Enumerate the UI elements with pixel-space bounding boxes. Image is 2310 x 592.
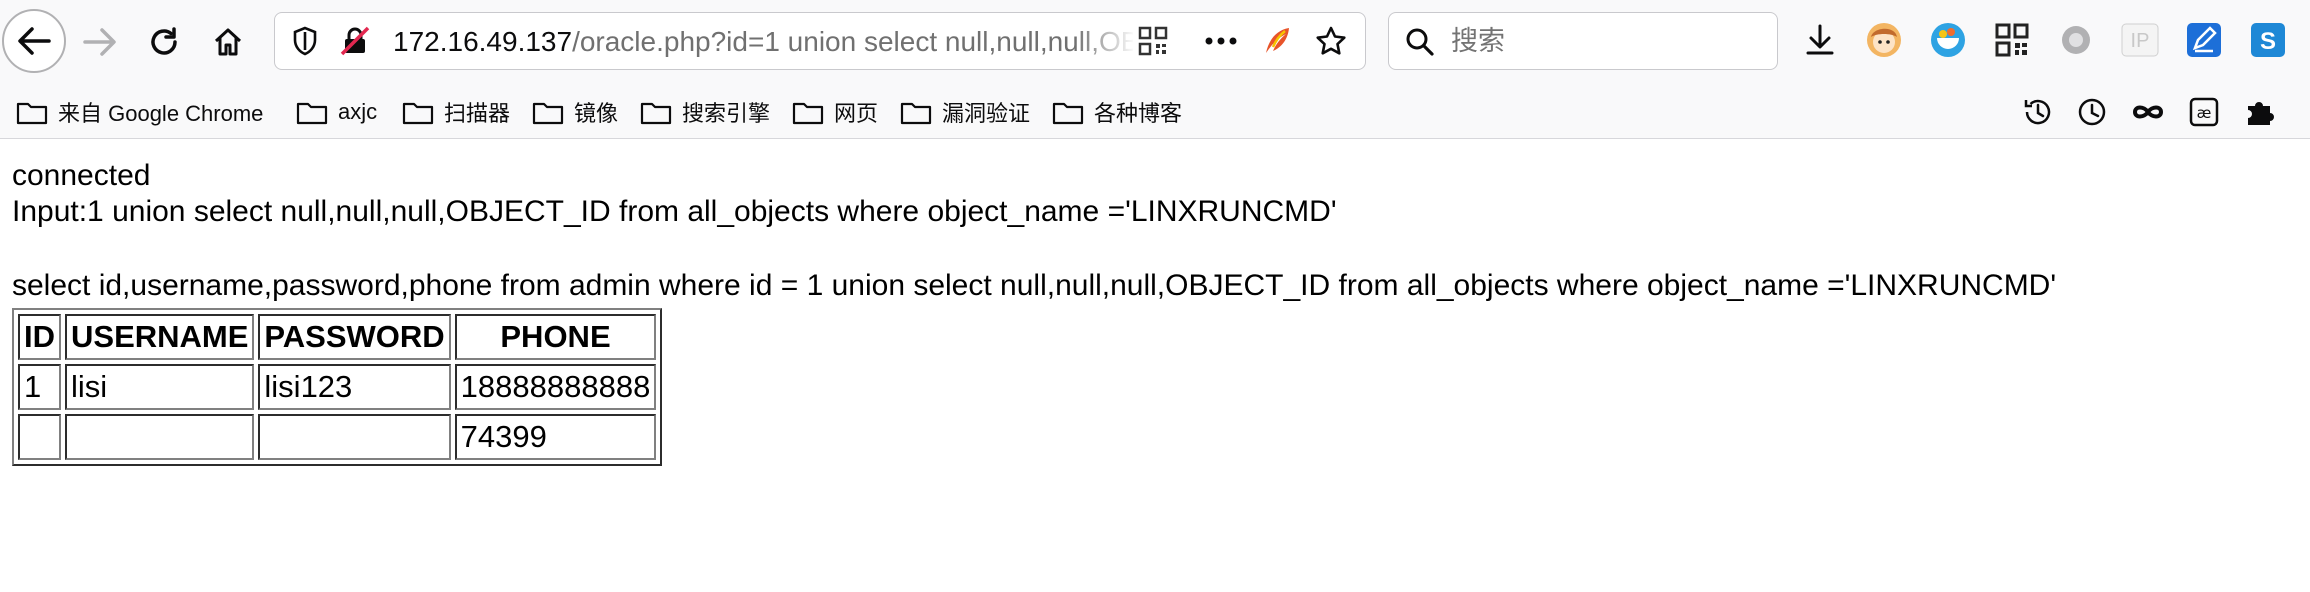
bookmark-label: 镜像 — [574, 101, 619, 126]
feather-extension-icon[interactable] — [1259, 23, 1295, 59]
history-icon[interactable] — [2018, 92, 2058, 132]
more-actions-icon[interactable] — [1203, 23, 1239, 59]
folder-icon — [532, 99, 564, 125]
table-cell: 1 — [18, 364, 61, 410]
svg-text:æ: æ — [2197, 104, 2212, 122]
folder-icon — [640, 99, 672, 125]
s-extension-icon[interactable]: S — [2246, 18, 2290, 62]
forward-button[interactable] — [72, 14, 128, 70]
bookmarks-bar: 来自 Google Chrome axjc 扫描器 镜像 搜索引擎 网页 漏洞验… — [0, 90, 2310, 134]
bowl-extension-icon[interactable] — [1926, 18, 1970, 62]
bookmark-folder-blogs[interactable]: 各种博客 — [1052, 90, 1182, 134]
result-table: ID USERNAME PASSWORD PHONE 1 lisi lisi12… — [12, 308, 663, 466]
insecure-lock-icon[interactable] — [337, 23, 373, 59]
search-placeholder: 搜索 — [1451, 26, 1505, 57]
bookmark-folder-web[interactable]: 网页 — [792, 90, 878, 134]
folder-icon — [402, 99, 434, 125]
home-button[interactable] — [200, 14, 256, 70]
svg-text:IP: IP — [2131, 30, 2150, 52]
qr-extension-icon[interactable] — [1990, 18, 2034, 62]
page-content: connected Input:1 union select null,null… — [12, 158, 2056, 466]
bookmark-folder-axjc[interactable]: axjc — [296, 90, 377, 134]
bookmark-label: 扫描器 — [444, 101, 511, 126]
url-path: /oracle.php?id=1 union select null,null,… — [572, 26, 1133, 57]
qr-code-icon[interactable] — [1135, 23, 1171, 59]
search-bar[interactable]: 搜索 — [1388, 12, 1778, 70]
folder-icon — [792, 99, 824, 125]
back-button[interactable] — [2, 9, 66, 73]
avatar-extension-icon[interactable] — [1862, 18, 1906, 62]
table-cell: lisi — [65, 364, 255, 410]
bookmark-folder-mirror[interactable]: 镜像 — [532, 90, 618, 134]
ae-icon[interactable]: æ — [2184, 92, 2224, 132]
column-header: USERNAME — [65, 314, 255, 360]
table-cell — [65, 414, 255, 460]
url-bar[interactable]: 172.16.49.137/oracle.php?id=1 union sele… — [274, 12, 1366, 70]
home-icon — [214, 28, 242, 56]
table-cell — [18, 414, 61, 460]
url-fade — [1075, 21, 1135, 61]
folder-icon — [1052, 99, 1084, 125]
arrow-right-icon — [83, 28, 116, 56]
bookmark-label: axjc — [338, 99, 378, 124]
url-host: 172.16.49.137 — [393, 26, 573, 57]
column-header: ID — [18, 314, 61, 360]
table-cell — [258, 414, 451, 460]
bookmark-folder-chrome[interactable]: 来自 Google Chrome — [16, 90, 263, 134]
folder-icon — [296, 99, 328, 125]
shield-icon[interactable] — [287, 23, 323, 59]
table-header-row: ID USERNAME PASSWORD PHONE — [18, 314, 657, 360]
table-cell: 18888888888 — [454, 364, 657, 410]
connection-status: connected — [12, 159, 151, 192]
bookmark-label: 网页 — [834, 101, 879, 126]
bookmark-folder-search-engine[interactable]: 搜索引擎 — [640, 90, 770, 134]
browser-chrome: 172.16.49.137/oracle.php?id=1 union sele… — [0, 0, 2310, 139]
sql-query: select id,username,password,phone from a… — [12, 269, 2057, 302]
folder-icon — [900, 99, 932, 125]
arrow-left-icon — [18, 27, 51, 55]
download-icon[interactable] — [1798, 18, 1842, 62]
reload-button[interactable] — [136, 14, 192, 70]
infinity-icon[interactable] — [2128, 92, 2168, 132]
edit-extension-icon[interactable] — [2182, 18, 2226, 62]
bookmark-label: 漏洞验证 — [942, 101, 1031, 126]
table-cell: lisi123 — [258, 364, 451, 410]
url-text[interactable]: 172.16.49.137/oracle.php?id=1 union sele… — [393, 25, 1133, 59]
table-cell: 74399 — [454, 414, 657, 460]
bookmark-label: 来自 Google Chrome — [58, 101, 264, 126]
column-header: PASSWORD — [258, 314, 451, 360]
circle-extension-icon[interactable] — [2054, 18, 2098, 62]
clock-icon[interactable] — [2072, 92, 2112, 132]
bookmark-label: 各种博客 — [1094, 101, 1183, 126]
bookmark-star-icon[interactable] — [1313, 23, 1349, 59]
folder-icon — [16, 99, 48, 125]
table-row: 74399 — [18, 414, 657, 460]
bookmark-label: 搜索引擎 — [682, 101, 771, 126]
bookmark-folder-scanner[interactable]: 扫描器 — [402, 90, 510, 134]
svg-text:S: S — [2260, 28, 2276, 55]
bookmark-folder-vuln[interactable]: 漏洞验证 — [900, 90, 1030, 134]
input-echo: Input:1 union select null,null,null,OBJE… — [12, 195, 1337, 228]
column-header: PHONE — [454, 314, 657, 360]
table-row: 1 lisi lisi123 18888888888 — [18, 364, 657, 410]
puzzle-icon[interactable] — [2240, 92, 2280, 132]
search-icon — [1406, 28, 1434, 56]
ip-extension-icon[interactable]: IP — [2118, 18, 2162, 62]
reload-icon — [151, 27, 177, 55]
